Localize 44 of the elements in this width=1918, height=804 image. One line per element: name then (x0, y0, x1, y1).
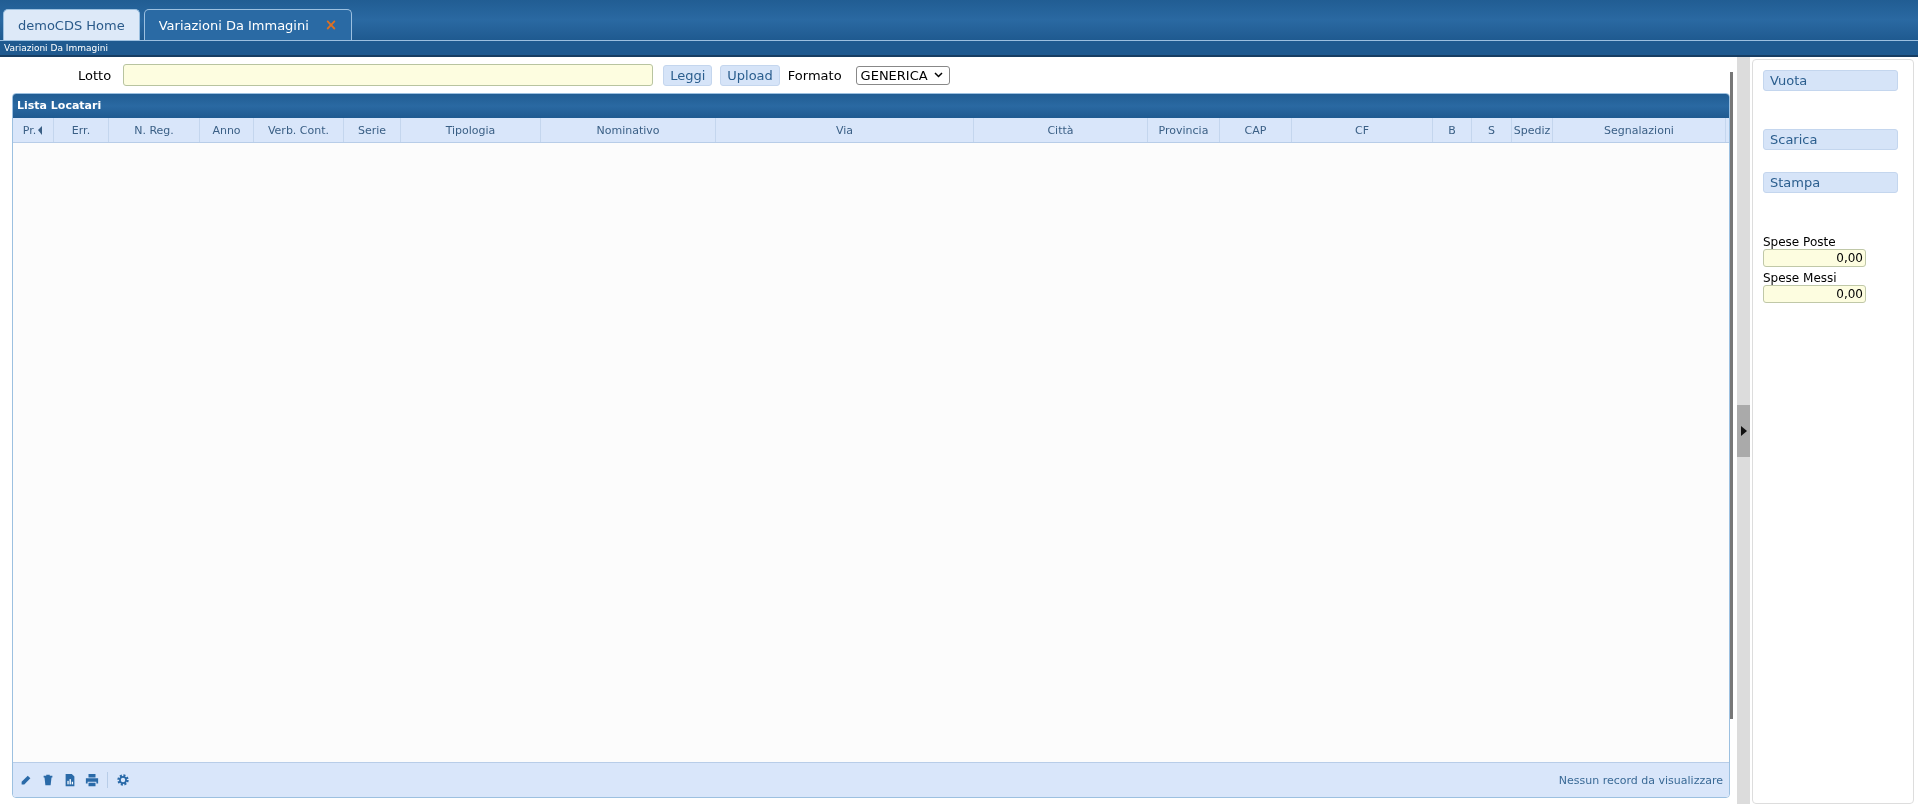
column-header[interactable]: Verb. Cont. (254, 118, 344, 142)
column-header[interactable]: CF (1292, 118, 1433, 142)
field-label: Formato (787, 67, 842, 83)
column-header[interactable]: Provincia (1148, 118, 1220, 142)
upload-button[interactable]: Upload (720, 64, 780, 86)
column-header[interactable]: Pr. (13, 118, 54, 142)
pencil-icon[interactable] (19, 773, 33, 787)
splitter-handle[interactable] (1737, 404, 1750, 457)
side-button[interactable]: Stampa (1763, 172, 1898, 193)
column-header[interactable]: CAP (1220, 118, 1292, 142)
column-header[interactable]: Anno (200, 118, 254, 142)
document-chart-icon[interactable] (63, 773, 77, 787)
tab[interactable]: demoCDS Home (3, 9, 140, 40)
column-header[interactable]: Serie (344, 118, 401, 142)
tab[interactable]: Variazioni Da Immagini × (143, 9, 353, 40)
side-button[interactable]: Vuota (1763, 70, 1898, 91)
column-header[interactable]: S (1472, 118, 1512, 142)
status-text: Nessun record da visualizzare (1558, 773, 1723, 787)
expand-arrow-icon (1740, 425, 1747, 436)
chevron-icon (933, 72, 943, 78)
column-header[interactable]: B (1433, 118, 1472, 142)
side-button[interactable]: Scarica (1763, 129, 1898, 150)
input-field[interactable]: 0,00 (1763, 249, 1866, 267)
printer-icon[interactable] (85, 773, 99, 787)
format-dropdown[interactable]: GENERICA (855, 65, 950, 85)
scrollbar[interactable] (1730, 72, 1733, 719)
field-label: Spese Poste (1763, 235, 1837, 249)
input-field[interactable]: 0,00 (1763, 285, 1866, 303)
read-button[interactable]: Leggi (663, 64, 713, 86)
column-header[interactable]: N. Reg. (109, 118, 200, 142)
panel-title: Lista Locatari (17, 98, 102, 114)
column-header[interactable]: Segnalazioni (1553, 118, 1726, 142)
column-header[interactable]: Via (716, 118, 974, 142)
field-label: Spese Messi (1763, 271, 1838, 285)
column-header[interactable]: Città (974, 118, 1148, 142)
settings-icon[interactable] (116, 773, 130, 787)
page-title: Variazioni Da Immagini (4, 43, 108, 53)
column-header[interactable]: Tipologia (401, 118, 541, 142)
column-header[interactable]: Err. (54, 118, 109, 142)
input-field[interactable] (123, 64, 654, 86)
column-header[interactable]: Nominativo (541, 118, 716, 142)
field-label: Lotto (78, 67, 112, 83)
column-header[interactable]: Spediz (1512, 118, 1553, 142)
trash-icon[interactable] (41, 773, 55, 787)
